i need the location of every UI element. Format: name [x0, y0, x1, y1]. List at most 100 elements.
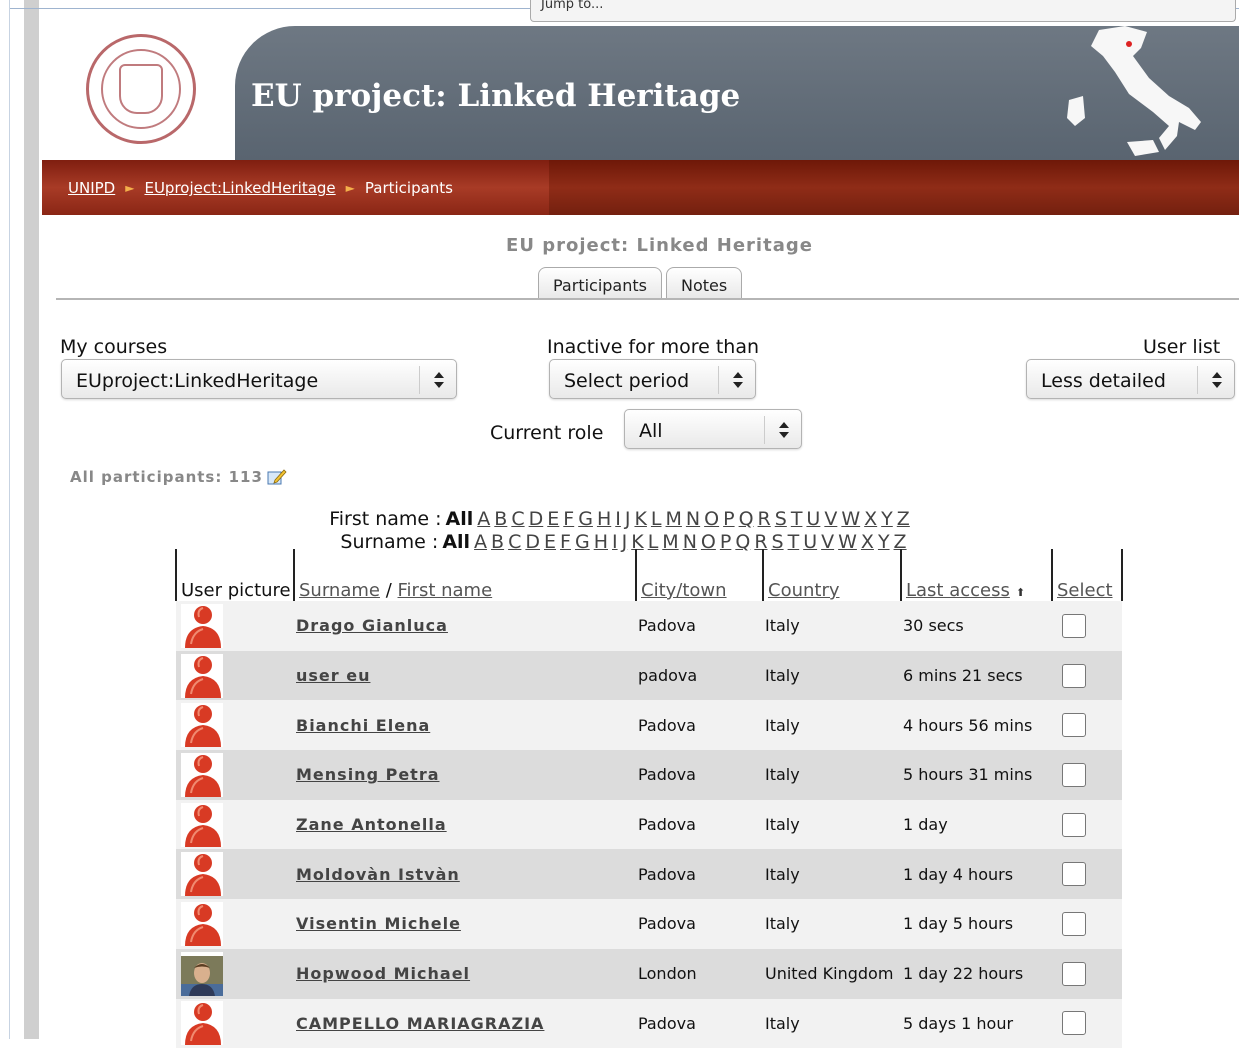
edit-icon[interactable] — [267, 468, 287, 486]
first-name-initial-e[interactable]: E — [547, 508, 559, 530]
select-checkbox[interactable] — [1062, 862, 1086, 886]
select-header: Select — [1052, 549, 1122, 601]
first-name-initial-u[interactable]: U — [806, 508, 820, 530]
first-name-initial-h[interactable]: H — [597, 508, 611, 530]
avatar[interactable] — [181, 902, 223, 946]
participant-name-link[interactable]: Mensing Petra — [296, 765, 440, 784]
user-picture-cell — [176, 999, 294, 1048]
sort-first-name-link[interactable]: First name — [398, 580, 493, 601]
first-name-initial-p[interactable]: P — [723, 508, 734, 530]
select-cell — [1052, 750, 1122, 800]
user-picture-cell — [176, 849, 294, 899]
participant-name-cell: CAMPELLO MARIAGRAZIA — [294, 999, 636, 1048]
sort-surname-link[interactable]: Surname — [299, 580, 380, 601]
first-name-initial-v[interactable]: V — [824, 508, 837, 530]
inactive-period-select[interactable]: Select period — [549, 359, 756, 399]
first-name-initial-l[interactable]: L — [651, 508, 662, 530]
participant-name-cell: Visentin Michele — [294, 899, 636, 949]
select-cell — [1052, 651, 1122, 701]
first-name-initial-c[interactable]: C — [511, 508, 524, 530]
default-user-icon — [183, 803, 221, 847]
first-name-initial-a[interactable]: A — [477, 508, 490, 530]
first-name-initial-x[interactable]: X — [864, 508, 877, 530]
select-all-link[interactable]: Select — [1057, 580, 1113, 601]
avatar[interactable] — [181, 753, 223, 797]
jump-to-select[interactable]: Jump to... — [530, 0, 1236, 22]
sort-ascending-icon: ⬆ — [1016, 586, 1025, 599]
city-cell: padova — [636, 651, 763, 701]
default-user-icon — [183, 703, 221, 747]
first-name-all: All — [446, 508, 474, 530]
user-list-select[interactable]: Less detailed — [1026, 359, 1235, 399]
participant-name-link[interactable]: Drago Gianluca — [296, 616, 448, 635]
participants-count: All participants: 113 — [70, 468, 287, 486]
select-checkbox[interactable] — [1062, 713, 1086, 737]
avatar[interactable] — [181, 654, 223, 698]
first-name-initial-z[interactable]: Z — [897, 508, 910, 530]
current-role-select[interactable]: All — [624, 409, 802, 449]
last-access-cell: 1 day 22 hours — [901, 949, 1052, 999]
participant-name-link[interactable]: Visentin Michele — [296, 914, 461, 933]
first-name-initial-t[interactable]: T — [791, 508, 803, 530]
first-name-initial-s[interactable]: S — [775, 508, 787, 530]
breadcrumb-course-link[interactable]: EUproject:LinkedHeritage — [144, 179, 335, 197]
avatar[interactable] — [181, 803, 223, 847]
my-courses-select[interactable]: EUproject:LinkedHeritage — [61, 359, 457, 399]
participant-name-link[interactable]: Moldovàn Istvàn — [296, 865, 460, 884]
last-access-cell: 5 hours 31 mins — [901, 750, 1052, 800]
select-checkbox[interactable] — [1062, 614, 1086, 638]
user-picture-cell — [176, 601, 294, 651]
country-cell: Italy — [763, 849, 901, 899]
last-access-cell: 1 day — [901, 800, 1052, 850]
select-checkbox[interactable] — [1062, 664, 1086, 688]
select-checkbox[interactable] — [1062, 763, 1086, 787]
tab-notes[interactable]: Notes — [666, 267, 742, 299]
avatar[interactable] — [181, 852, 223, 896]
breadcrumb-unipd-link[interactable]: UNIPD — [68, 179, 115, 197]
participant-name-link[interactable]: Zane Antonella — [296, 815, 447, 834]
avatar[interactable] — [181, 703, 223, 747]
first-name-initial-f[interactable]: F — [563, 508, 574, 530]
participant-name-link[interactable]: Hopwood Michael — [296, 964, 470, 983]
sort-city-link[interactable]: City/town — [641, 580, 727, 601]
tab-bar: Participants Notes — [538, 267, 742, 299]
first-name-initial-w[interactable]: W — [841, 508, 860, 530]
select-checkbox[interactable] — [1062, 1011, 1086, 1035]
last-access-cell: 1 day 4 hours — [901, 849, 1052, 899]
first-name-initials-bar: First name : All ABCDEFGHIJKLMNOPQRSTUVW… — [0, 508, 1239, 530]
table-row: Mensing PetraPadovaItaly5 hours 31 mins — [176, 750, 1122, 800]
first-name-initial-o[interactable]: O — [704, 508, 719, 530]
first-name-initial-k[interactable]: K — [634, 508, 646, 530]
first-name-initial-r[interactable]: R — [758, 508, 771, 530]
country-cell: Italy — [763, 651, 901, 701]
sort-last-access-link[interactable]: Last access — [906, 580, 1010, 601]
first-name-initial-n[interactable]: N — [686, 508, 700, 530]
first-name-initial-q[interactable]: Q — [739, 508, 754, 530]
default-user-icon — [183, 654, 221, 698]
select-checkbox[interactable] — [1062, 962, 1086, 986]
first-name-initial-m[interactable]: M — [666, 508, 682, 530]
default-user-icon — [183, 852, 221, 896]
first-name-initial-g[interactable]: G — [578, 508, 593, 530]
select-checkbox[interactable] — [1062, 813, 1086, 837]
user-picture-cell — [176, 800, 294, 850]
first-name-initial-b[interactable]: B — [494, 508, 507, 530]
select-checkbox[interactable] — [1062, 912, 1086, 936]
first-name-initial-y[interactable]: Y — [881, 508, 893, 530]
participant-name-link[interactable]: Bianchi Elena — [296, 716, 430, 735]
first-name-initial-d[interactable]: D — [529, 508, 544, 530]
first-name-initial-j[interactable]: J — [625, 508, 631, 530]
table-row: Bianchi ElenaPadovaItaly4 hours 56 mins — [176, 700, 1122, 750]
participant-name-link[interactable]: user eu — [296, 666, 370, 685]
avatar[interactable] — [181, 604, 223, 648]
participant-name-link[interactable]: CAMPELLO MARIAGRAZIA — [296, 1014, 544, 1033]
tab-participants[interactable]: Participants — [538, 267, 662, 299]
first-name-initial-i[interactable]: I — [615, 508, 621, 530]
default-user-icon — [183, 604, 221, 648]
country-cell: Italy — [763, 800, 901, 850]
city-cell: Padova — [636, 899, 763, 949]
avatar[interactable] — [181, 952, 223, 996]
table-row: user eupadovaItaly6 mins 21 secs — [176, 651, 1122, 701]
user-picture-cell — [176, 949, 294, 999]
sort-country-link[interactable]: Country — [768, 580, 840, 601]
